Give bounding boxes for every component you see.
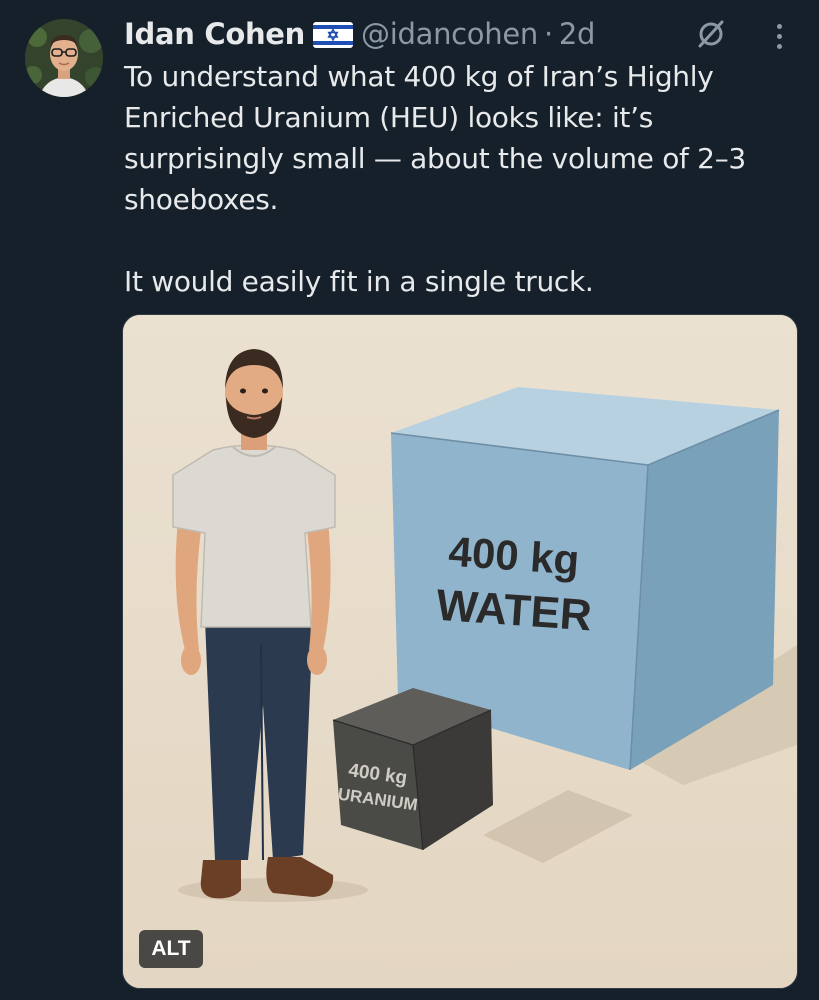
tweet-timestamp[interactable]: 2d (559, 17, 596, 51)
water-cube-weight-label: 400 kg (447, 528, 581, 584)
author-name[interactable]: Idan Cohen (124, 17, 305, 51)
more-options-icon[interactable] (767, 18, 791, 54)
tweet-image[interactable]: 400 kg WATER 400 kg URANIUM ALT (122, 314, 798, 989)
grok-icon[interactable] (693, 16, 729, 52)
tweet-paragraph-2: It would easily fit in a single truck. (124, 265, 594, 298)
tweet-paragraph-1: To understand what 400 kg of Iran’s High… (124, 60, 746, 216)
tweet-text: To understand what 400 kg of Iran’s High… (124, 56, 804, 302)
alt-badge[interactable]: ALT (139, 930, 203, 968)
israel-flag-icon (313, 21, 354, 48)
separator-dot: · (543, 17, 553, 51)
tweet-header: Idan Cohen @idancohen · 2d (124, 14, 595, 54)
author-handle[interactable]: @idancohen (361, 17, 538, 51)
avatar[interactable] (25, 19, 103, 97)
